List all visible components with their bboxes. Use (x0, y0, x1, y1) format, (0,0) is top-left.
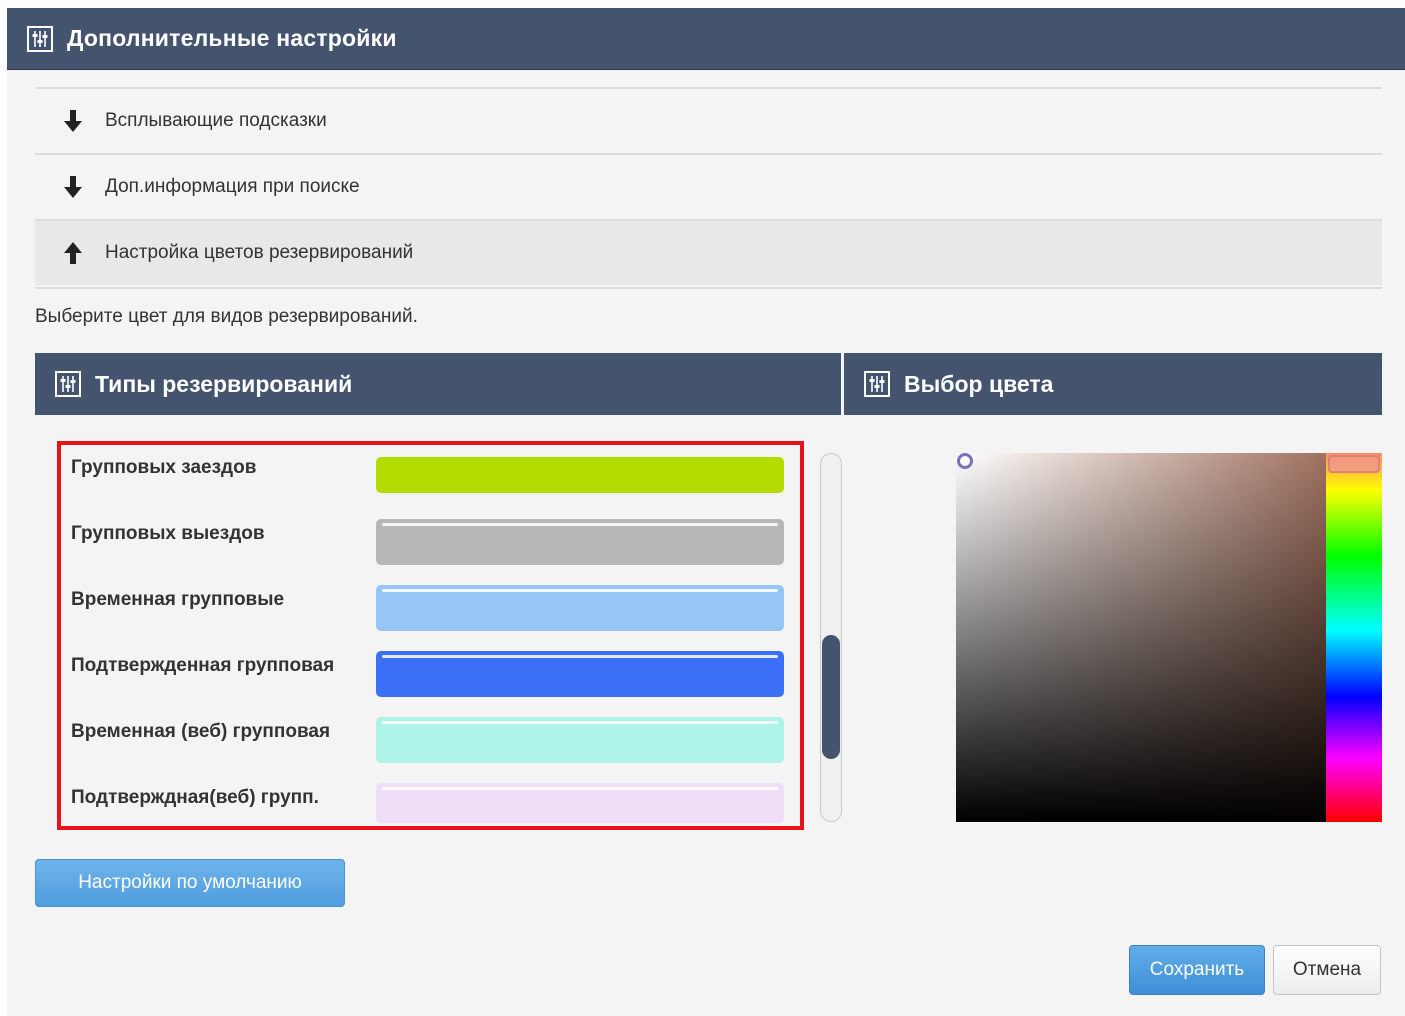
settings-dialog: Дополнительные настройки Всплывающие под… (7, 8, 1405, 1016)
list-item[interactable]: Подтверждная(веб) групп. (71, 783, 791, 833)
type-label: Подтвержденная групповая (71, 655, 335, 676)
type-label: Групповых выездов (71, 523, 265, 544)
scrollbar[interactable] (820, 453, 842, 822)
color-panel-title: Выбор цвета (904, 370, 1054, 397)
list-item[interactable]: Временная групповые (71, 585, 791, 635)
type-label: Подтверждная(веб) групп. (71, 787, 319, 808)
hint-text: Выберите цвет для видов резервирований. (35, 306, 418, 327)
arrow-down-icon (63, 175, 83, 199)
accordion-item-label: Всплывающие подсказки (105, 110, 327, 131)
default-settings-button[interactable]: Настройки по умолчанию (35, 859, 345, 907)
list-item[interactable]: Временная (веб) групповая (71, 717, 791, 767)
types-panel-header: Типы резервирований (35, 353, 841, 415)
dialog-header: Дополнительные настройки (7, 8, 1405, 70)
divider (35, 287, 1382, 289)
list-item[interactable]: Групповых выездов (71, 519, 791, 569)
accordion-item-search-info[interactable]: Доп.информация при поиске (35, 153, 1382, 219)
color-swatch[interactable] (376, 585, 784, 631)
sliders-icon (55, 371, 81, 397)
accordion-item-label: Доп.информация при поиске (105, 176, 360, 197)
color-swatch[interactable] (376, 651, 784, 697)
color-swatch[interactable] (376, 457, 784, 493)
arrow-down-icon (63, 109, 83, 133)
types-panel-title: Типы резервирований (95, 370, 353, 397)
dialog-title: Дополнительные настройки (67, 25, 397, 51)
list-item[interactable]: Групповых заездов (71, 453, 791, 503)
color-saturation-area[interactable] (956, 453, 1326, 822)
color-swatch[interactable] (376, 717, 784, 763)
save-button[interactable]: Сохранить (1129, 945, 1265, 995)
color-swatch[interactable] (376, 783, 784, 823)
sliders-icon (27, 25, 53, 52)
hue-slider[interactable] (1326, 453, 1382, 822)
type-label: Временная групповые (71, 589, 285, 610)
list-item[interactable]: Подтвержденная групповая (71, 651, 791, 701)
color-panel-header: Выбор цвета (844, 353, 1382, 415)
accordion-item-label: Настройка цветов резервирований (105, 242, 414, 263)
color-picker-marker[interactable] (957, 453, 973, 469)
type-label: Групповых заездов (71, 457, 257, 478)
scrollbar-thumb[interactable] (822, 635, 840, 759)
cancel-button[interactable]: Отмена (1273, 945, 1381, 995)
color-swatch[interactable] (376, 519, 784, 565)
reservation-types-list: Групповых заездов Групповых выездов Врем… (57, 441, 804, 830)
arrow-up-icon (63, 241, 83, 265)
accordion-item-tooltips[interactable]: Всплывающие подсказки (35, 87, 1382, 153)
hue-slider-handle[interactable] (1328, 455, 1380, 473)
sliders-icon (864, 371, 890, 397)
type-label: Временная (веб) групповая (71, 721, 331, 742)
accordion-item-reservation-colors[interactable]: Настройка цветов резервирований (35, 219, 1382, 285)
